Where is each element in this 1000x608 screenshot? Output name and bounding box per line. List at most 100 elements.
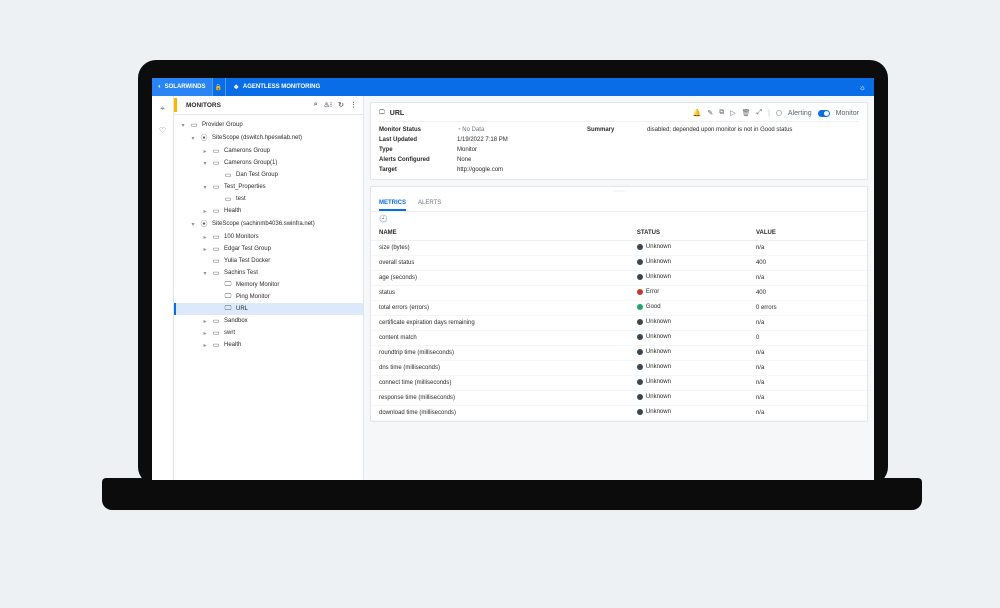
tree-row[interactable]: ▭Dan Test Group	[174, 169, 363, 181]
tab-metrics[interactable]: METRICS	[379, 200, 406, 211]
brand-box[interactable]: ◐ SOLARWINDS	[152, 78, 212, 96]
metric-name: certificate expiration days remaining	[371, 316, 629, 331]
metric-row[interactable]: age (seconds)Unknownn/a	[371, 271, 867, 286]
tree-row[interactable]: ▾▭Test_Properties	[174, 181, 363, 193]
caret-icon[interactable]: ▾	[180, 122, 186, 129]
caret-icon[interactable]: ▸	[202, 246, 208, 253]
tree-row[interactable]: ▾▭Camerons Group(1)	[174, 157, 363, 169]
module-icon: ❖	[234, 84, 239, 91]
run-icon[interactable]: ▷	[730, 109, 735, 117]
tree-row[interactable]: ▸▭Sandbox	[174, 315, 363, 327]
col-status[interactable]: STATUS	[629, 226, 748, 241]
caret-icon[interactable]: ▾	[190, 135, 196, 142]
metric-row[interactable]: total errors (errors)Good0 errors	[371, 301, 867, 316]
node-label: Yulia Test Docker	[224, 258, 270, 264]
node-icon: ▭	[212, 183, 220, 191]
tree-row[interactable]: ▭Yulia Test Docker	[174, 255, 363, 267]
metric-row[interactable]: overall statusUnknown400	[371, 256, 867, 271]
caret-icon[interactable]: ▸	[202, 330, 208, 337]
time-range-icon[interactable]: 🕘	[379, 216, 388, 223]
tree-row[interactable]: ▾⦿SiteScope (dswitch.hpeswlab.net)	[174, 131, 363, 145]
metric-name: size (bytes)	[371, 241, 629, 256]
delete-icon[interactable]: 🗑	[742, 109, 751, 117]
metric-row[interactable]: roundtrip time (milliseconds)Unknownn/a	[371, 346, 867, 361]
tree-row[interactable]: ▸▭100 Monitors	[174, 231, 363, 243]
metric-row[interactable]: content matchUnknown0	[371, 331, 867, 346]
monitors-title: MONITORS	[186, 102, 221, 109]
metric-row[interactable]: response time (milliseconds)Unknownn/a	[371, 391, 867, 406]
metric-status: Unknown	[629, 376, 748, 391]
node-label: Provider Group	[202, 122, 243, 128]
metric-row[interactable]: certificate expiration days remainingUnk…	[371, 316, 867, 331]
rail-item-2[interactable]: ♡	[159, 126, 166, 135]
caret-icon[interactable]: ▸	[202, 148, 208, 155]
caret-icon[interactable]: ▾	[202, 270, 208, 277]
filter-icon[interactable]: ♨⁝	[324, 101, 333, 109]
status-dot-icon	[637, 304, 643, 310]
metric-value: n/a	[748, 316, 867, 331]
lock-button[interactable]: 🔒	[212, 78, 226, 96]
tree-row[interactable]: 🖵Memory Monitor	[174, 279, 363, 291]
node-icon: ⦿	[200, 133, 208, 143]
tree-row[interactable]: ▸▭Camerons Group	[174, 145, 363, 157]
tree-row[interactable]: ▭test	[174, 193, 363, 205]
refresh-icon[interactable]: ↻	[338, 101, 344, 109]
node-label: Camerons Group(1)	[224, 160, 277, 166]
breadcrumb[interactable]: ❖ AGENTLESS MONITORING	[226, 78, 329, 96]
edit-icon[interactable]: ✎	[707, 109, 713, 117]
metric-value: n/a	[748, 346, 867, 361]
caret-icon[interactable]: ▸	[202, 318, 208, 325]
kv-lastupdated-v: 1/19/2022 7:18 PM	[457, 137, 587, 143]
tree-row[interactable]: ▸ ▭ swrt	[174, 327, 363, 339]
node-icon: ▭	[224, 171, 232, 179]
caret-icon[interactable]: ▾	[202, 184, 208, 191]
caret-icon[interactable]: ▾	[202, 160, 208, 167]
metric-row[interactable]: connect time (milliseconds)Unknownn/a	[371, 376, 867, 391]
monitor-type-icon: 🖵	[379, 110, 385, 117]
metric-row[interactable]: size (bytes)Unknownn/a	[371, 241, 867, 256]
status-dot-icon	[637, 394, 643, 400]
tree-row[interactable]: ▾▭Provider Group	[174, 119, 363, 131]
node-label: swrt	[224, 330, 235, 336]
metric-value: n/a	[748, 361, 867, 376]
monitor-toggle[interactable]	[818, 110, 830, 117]
copy-icon[interactable]: ⧉	[719, 109, 724, 117]
caret-icon[interactable]: ▸	[202, 342, 208, 349]
metric-row[interactable]: download time (milliseconds)Unknownn/a	[371, 406, 867, 421]
metric-row[interactable]: dns time (milliseconds)Unknownn/a	[371, 361, 867, 376]
tree-row[interactable]: ▸▭Health	[174, 205, 363, 217]
caret-icon[interactable]: ▾	[190, 221, 196, 228]
kv-monitor-status-k: Monitor Status	[379, 127, 457, 133]
expand-icon[interactable]: ⤢	[756, 109, 762, 117]
metric-status: Unknown	[629, 256, 748, 271]
tree-row[interactable]: 🖵Ping Monitor	[174, 291, 363, 303]
rail-item-1[interactable]: ⌖	[160, 104, 165, 114]
node-icon: ▭	[212, 329, 220, 337]
kv-type-v: Monitor	[457, 147, 587, 153]
metric-name: dns time (milliseconds)	[371, 361, 629, 376]
tab-alerts[interactable]: ALERTS	[418, 200, 441, 211]
tree-row[interactable]: 🖵URL	[174, 303, 363, 315]
status-dot-icon	[637, 244, 643, 250]
col-name[interactable]: NAME	[371, 226, 629, 241]
active-marker	[174, 98, 177, 112]
metric-status: Unknown	[629, 391, 748, 406]
tree-row[interactable]: ▸▭Edgar Test Group	[174, 243, 363, 255]
node-label: Sachins Test	[224, 270, 258, 276]
bell-icon[interactable]: 🔔	[693, 109, 702, 117]
caret-icon[interactable]: ▸	[202, 234, 208, 241]
metric-status: Unknown	[629, 361, 748, 376]
col-value[interactable]: VALUE	[748, 226, 867, 241]
tree-row[interactable]: ▸▭Health	[174, 339, 363, 351]
metric-name: connect time (milliseconds)	[371, 376, 629, 391]
tree-row[interactable]: ▾▭Sachins Test	[174, 267, 363, 279]
theme-toggle-icon[interactable]: ☼	[859, 83, 866, 92]
more-icon[interactable]: ⋮	[350, 101, 357, 109]
node-icon: ▭	[212, 341, 220, 349]
tree-row[interactable]: ▾⦿SiteScope (sachinmb4036.swinfra.net)	[174, 217, 363, 231]
node-icon: ▭	[212, 317, 220, 325]
search-icon[interactable]: ⌕	[314, 101, 318, 109]
caret-icon[interactable]: ▸	[202, 208, 208, 215]
metric-row[interactable]: statusError400	[371, 286, 867, 301]
resize-grip-icon[interactable]: ⋯⋯	[371, 187, 867, 196]
